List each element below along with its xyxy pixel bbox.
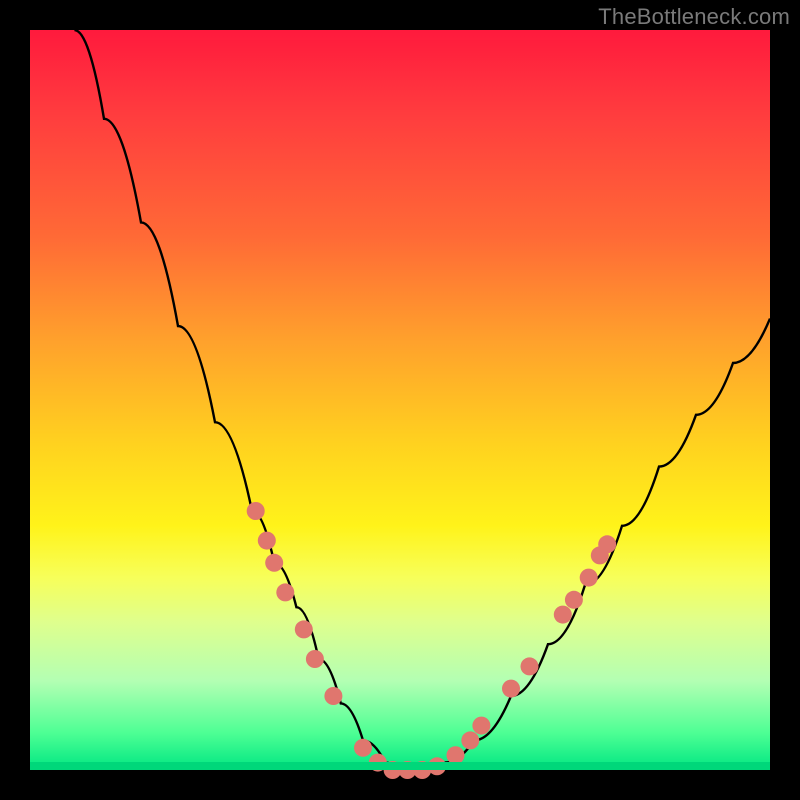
marker-point	[502, 680, 520, 698]
marker-point	[472, 717, 490, 735]
marker-point	[276, 583, 294, 601]
marker-point	[461, 731, 479, 749]
marker-point	[554, 606, 572, 624]
marker-point	[258, 532, 276, 550]
marker-point	[580, 569, 598, 587]
watermark-text: TheBottleneck.com	[598, 4, 790, 30]
marker-point	[247, 502, 265, 520]
marker-point	[447, 746, 465, 764]
highlighted-points-group	[247, 502, 617, 779]
marker-point	[565, 591, 583, 609]
marker-point	[324, 687, 342, 705]
marker-point	[354, 739, 372, 757]
chart-frame: TheBottleneck.com	[0, 0, 800, 800]
chart-overlay	[30, 30, 770, 770]
marker-point	[295, 620, 313, 638]
bottom-band	[30, 762, 770, 770]
marker-point	[265, 554, 283, 572]
bottleneck-curve	[74, 30, 770, 770]
marker-point	[306, 650, 324, 668]
marker-point	[521, 657, 539, 675]
marker-point	[598, 535, 616, 553]
